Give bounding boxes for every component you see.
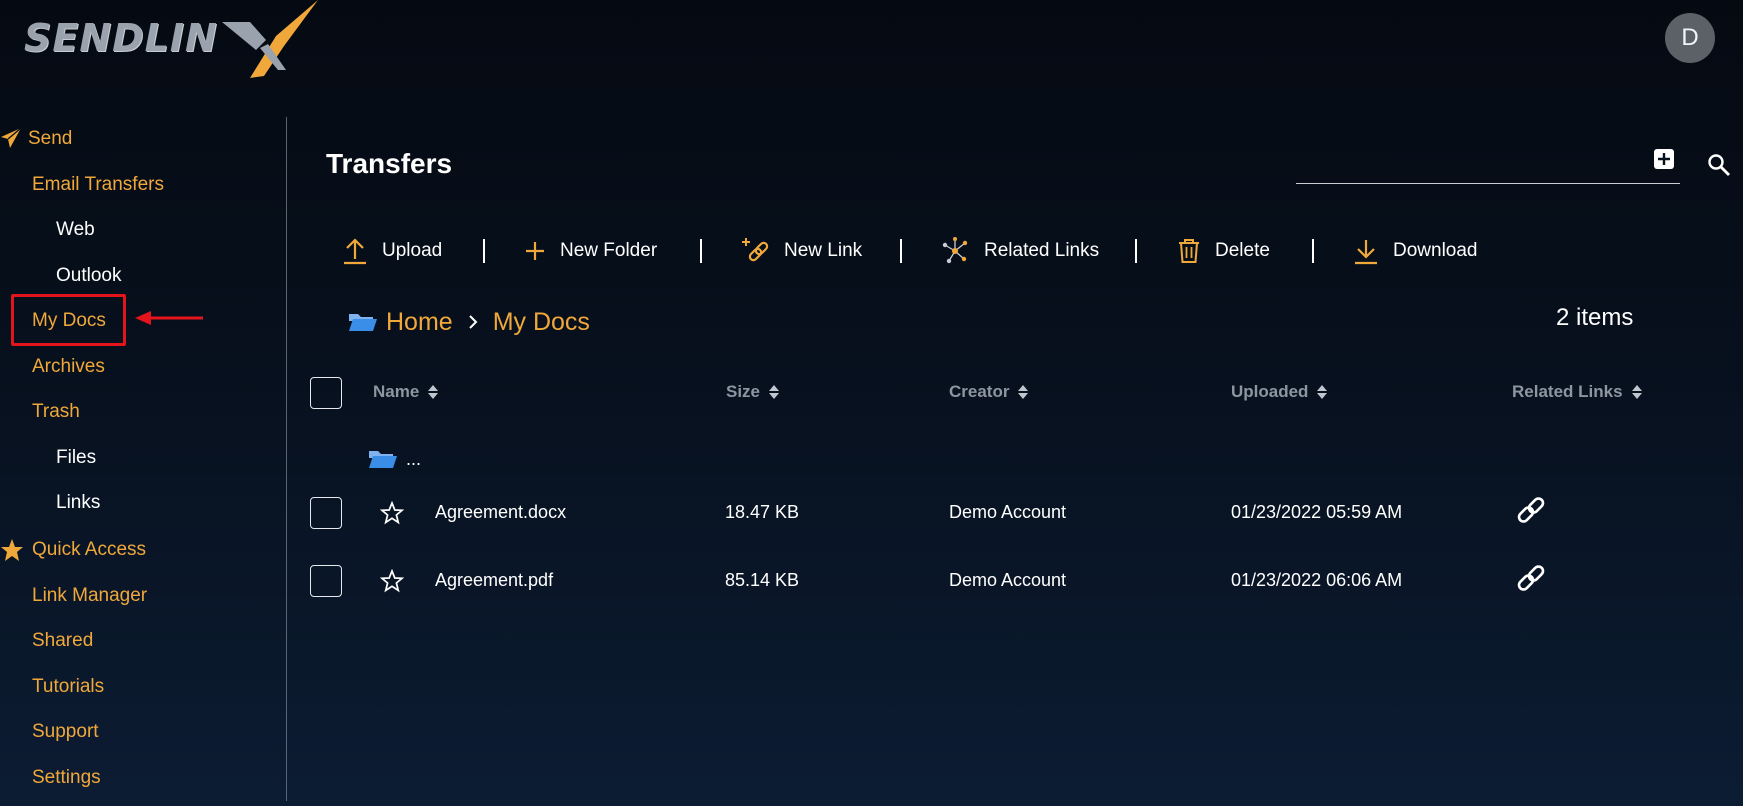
upload-button[interactable]: Upload (342, 236, 442, 266)
delete-button[interactable]: Delete (1177, 236, 1270, 266)
chevron-right-icon (468, 315, 478, 329)
row-creator: Demo Account (949, 570, 1067, 590)
folder-open-icon (349, 314, 377, 331)
row-size: 18.47 KB (725, 502, 800, 522)
star-filled-icon (1, 539, 23, 561)
star-outline-icon[interactable] (380, 569, 404, 593)
star-outline-icon[interactable] (380, 501, 404, 525)
column-header-name-label: Name (373, 382, 420, 401)
column-header-size-label: Size (726, 382, 761, 401)
sendlinx-logo[interactable]: SENDLIN (24, 0, 318, 80)
sort-icon (1317, 385, 1328, 399)
toolbar-separator (1135, 239, 1137, 263)
parent-folder-row[interactable]: ... (368, 447, 421, 471)
row-size: 85.14 KB (725, 570, 800, 590)
row-name[interactable]: Agreement.docx (435, 502, 566, 523)
sort-icon (1631, 385, 1642, 399)
sidebar-item-quick-access[interactable]: Quick Access (32, 539, 146, 561)
breadcrumb: Home My Docs (348, 305, 590, 339)
plus-icon (526, 242, 544, 260)
link-icon[interactable] (1515, 495, 1547, 527)
column-header-uploaded[interactable]: Uploaded (1231, 382, 1328, 402)
sort-icon (428, 385, 439, 399)
sidebar-item-outlook[interactable]: Outlook (56, 265, 121, 287)
new-link-label: New Link (784, 240, 863, 261)
sidebar-item-email-transfers[interactable]: Email Transfers (32, 174, 164, 196)
sort-icon (769, 385, 780, 399)
row-uploaded: 01/23/2022 05:59 AM (1231, 502, 1403, 522)
sort-icon (1018, 385, 1029, 399)
search-field (1296, 140, 1680, 184)
row-checkbox[interactable] (310, 565, 342, 597)
related-links-label: Related Links (984, 240, 1100, 261)
parent-folder-label: ... (406, 448, 422, 469)
user-avatar[interactable]: D (1665, 13, 1715, 63)
sidebar-item-archives[interactable]: Archives (32, 356, 105, 378)
breadcrumb-home[interactable]: Home (386, 308, 453, 337)
breadcrumb-current[interactable]: My Docs (493, 308, 590, 337)
upload-label: Upload (382, 240, 443, 261)
select-all-checkbox[interactable] (310, 377, 342, 409)
toolbar-separator (700, 239, 702, 263)
search-icon[interactable] (1707, 153, 1731, 177)
network-nodes-icon (942, 237, 968, 264)
page-title: Transfers (326, 148, 453, 179)
item-count: 2 items (1556, 304, 1634, 331)
sidebar-item-web[interactable]: Web (56, 219, 95, 241)
upload-icon (344, 238, 366, 265)
annotation-arrow-icon (135, 311, 203, 325)
sidebar-item-files[interactable]: Files (56, 447, 96, 469)
download-button[interactable]: Download (1353, 236, 1478, 266)
related-links-button[interactable]: Related Links (940, 236, 1099, 266)
trash-icon (1179, 239, 1199, 263)
column-header-name[interactable]: Name (373, 382, 439, 402)
sidebar-item-support[interactable]: Support (32, 721, 99, 743)
sidebar-item-shared[interactable]: Shared (32, 630, 93, 652)
column-header-related-links[interactable]: Related Links (1512, 382, 1643, 402)
link-icon[interactable] (1515, 563, 1547, 595)
toolbar-separator (1312, 239, 1314, 263)
row-creator: Demo Account (949, 502, 1067, 522)
sidebar-item-send[interactable]: Send (28, 128, 72, 150)
row-checkbox[interactable] (310, 497, 342, 529)
logo-wordmark: SENDLIN (24, 16, 218, 60)
sidebar-item-link-manager[interactable]: Link Manager (32, 585, 147, 607)
row-name[interactable]: Agreement.pdf (435, 570, 553, 591)
delete-label: Delete (1215, 240, 1270, 261)
column-header-creator-label: Creator (949, 382, 1010, 401)
my-docs-highlight-box (11, 294, 126, 346)
sidebar-item-links[interactable]: Links (56, 492, 100, 514)
paper-plane-icon (1, 127, 22, 148)
new-folder-button[interactable]: New Folder (524, 236, 657, 266)
folder-open-icon (369, 451, 397, 468)
download-icon (1355, 240, 1377, 265)
add-square-icon[interactable] (1653, 148, 1675, 170)
column-header-creator[interactable]: Creator (949, 382, 1029, 402)
column-header-uploaded-label: Uploaded (1231, 382, 1309, 401)
row-uploaded: 01/23/2022 06:06 AM (1231, 570, 1403, 590)
download-label: Download (1393, 240, 1478, 261)
sidebar-item-tutorials[interactable]: Tutorials (32, 676, 104, 698)
search-input[interactable] (1296, 148, 1636, 178)
toolbar-separator (900, 239, 902, 263)
new-folder-label: New Folder (560, 240, 658, 261)
column-header-related-links-label: Related Links (1512, 382, 1623, 401)
new-link-button[interactable]: New Link (740, 236, 862, 266)
logo-x-mark (222, 0, 318, 78)
add-link-icon (742, 238, 769, 262)
sidebar-item-settings[interactable]: Settings (32, 767, 101, 789)
column-header-size[interactable]: Size (726, 382, 780, 402)
sidebar-item-trash[interactable]: Trash (32, 401, 80, 423)
toolbar-separator (483, 239, 485, 263)
sidebar-divider (286, 117, 287, 801)
